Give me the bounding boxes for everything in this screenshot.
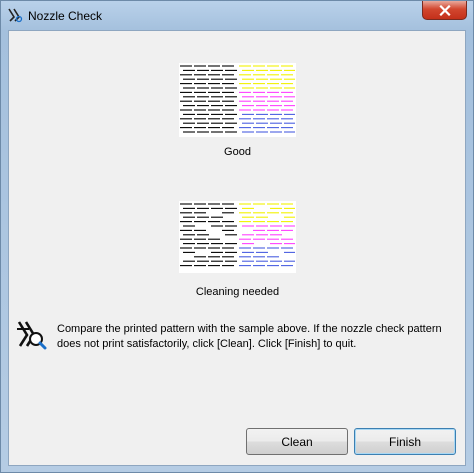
info-magnifier-icon	[17, 321, 47, 350]
cleaning-needed-label: Cleaning needed	[195, 286, 280, 298]
close-button[interactable]	[422, 1, 467, 20]
good-label: Good	[224, 146, 251, 158]
cleaning-needed-pattern-image	[179, 201, 296, 273]
instruction-message: Compare the printed pattern with the sam…	[57, 323, 442, 350]
clean-button[interactable]: Clean	[246, 428, 348, 455]
window-title: Nozzle Check	[28, 9, 103, 23]
dialog-client-area: Good Cleaning needed Compare the printed…	[8, 30, 466, 466]
good-pattern-image	[179, 63, 296, 137]
finish-button[interactable]: Finish	[354, 428, 456, 455]
nozzle-check-window: Nozzle Check Good Cleaning needed Compar…	[0, 0, 474, 473]
title-bar[interactable]: Nozzle Check	[1, 1, 473, 30]
printer-nozzle-icon	[8, 8, 23, 23]
close-icon	[438, 4, 451, 16]
